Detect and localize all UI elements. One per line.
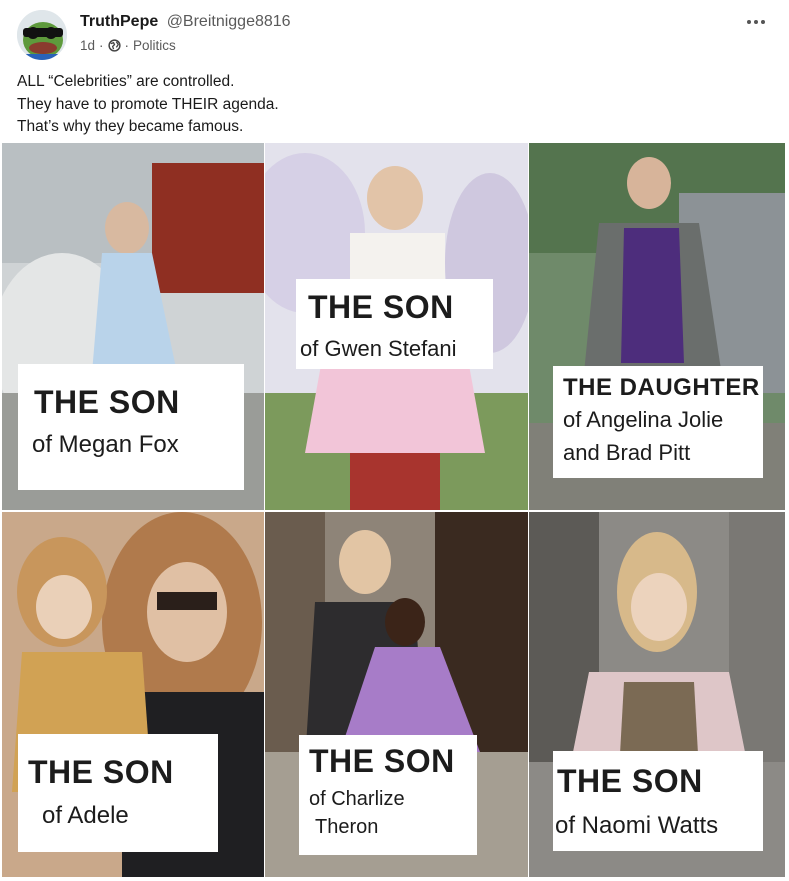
caption-title: THE SON — [34, 384, 180, 420]
author-line: TruthPepe @Breitnigge8816 — [80, 13, 291, 31]
globe-icon — [107, 39, 121, 52]
caption-box: THE SON of Charlize Theron — [299, 735, 477, 855]
caption-title: THE SON — [309, 743, 455, 779]
caption-subtitle: of Charlize — [309, 788, 405, 810]
image-panel-gwen-stefani: THE SON of Gwen Stefani — [265, 143, 528, 510]
user-handle[interactable]: @Breitnigge8816 — [167, 13, 291, 30]
more-horizontal-icon — [747, 20, 765, 24]
post-text-line: ALL “Celebrities” are controlled. — [17, 73, 235, 90]
meta-separator: · — [124, 38, 130, 53]
caption-title: THE DAUGHTER — [563, 374, 760, 401]
caption-box: THE SON of Gwen Stefani — [296, 279, 493, 369]
caption-box: THE SON of Naomi Watts — [553, 751, 763, 851]
post-header: TruthPepe @Breitnigge8816 1d · · Politic… — [0, 0, 789, 66]
caption-subtitle: of Naomi Watts — [555, 812, 719, 839]
post-body-text: ALL “Celebrities” are controlled. They h… — [17, 71, 757, 139]
image-panel-charlize-theron: THE SON of Charlize Theron — [265, 512, 528, 877]
caption-box: THE SON of Megan Fox — [18, 364, 244, 490]
caption-subtitle-line2: Theron — [315, 816, 379, 838]
caption-box: THE DAUGHTER of Angelina Jolie and Brad … — [553, 366, 763, 478]
caption-subtitle: of Angelina Jolie — [563, 407, 724, 432]
post-text-line: That’s why they became famous. — [17, 118, 244, 135]
pepe-avatar-icon — [17, 10, 67, 60]
caption-title: THE SON — [557, 763, 703, 799]
more-options-button[interactable] — [743, 10, 769, 34]
avatar[interactable] — [17, 10, 67, 60]
caption-title: THE SON — [28, 754, 174, 790]
image-panel-naomi-watts: THE SON of Naomi Watts — [529, 512, 785, 877]
caption-subtitle: of Adele — [42, 802, 129, 829]
post-time[interactable]: 1d — [80, 38, 95, 53]
caption-title: THE SON — [308, 289, 454, 325]
image-panel-megan-fox: THE SON of Megan Fox — [2, 143, 264, 510]
post-text-line: They have to promote THEIR agenda. — [17, 95, 279, 113]
caption-box: THE SON of Adele — [18, 734, 218, 852]
image-panel-adele: THE SON of Adele — [2, 512, 264, 877]
caption-subtitle: of Gwen Stefani — [300, 336, 457, 361]
post-category[interactable]: Politics — [133, 38, 176, 53]
display-name[interactable]: TruthPepe — [80, 13, 158, 30]
caption-subtitle-line2: and Brad Pitt — [563, 440, 691, 465]
meta-separator: · — [99, 38, 104, 53]
image-panel-jolie-pitt: THE DAUGHTER of Angelina Jolie and Brad … — [529, 143, 785, 510]
post-meta: 1d · · Politics — [80, 38, 176, 53]
caption-subtitle: of Megan Fox — [32, 431, 179, 458]
post-image[interactable]: THE SON of Megan Fox THE SON of Gwen Ste… — [2, 143, 785, 877]
